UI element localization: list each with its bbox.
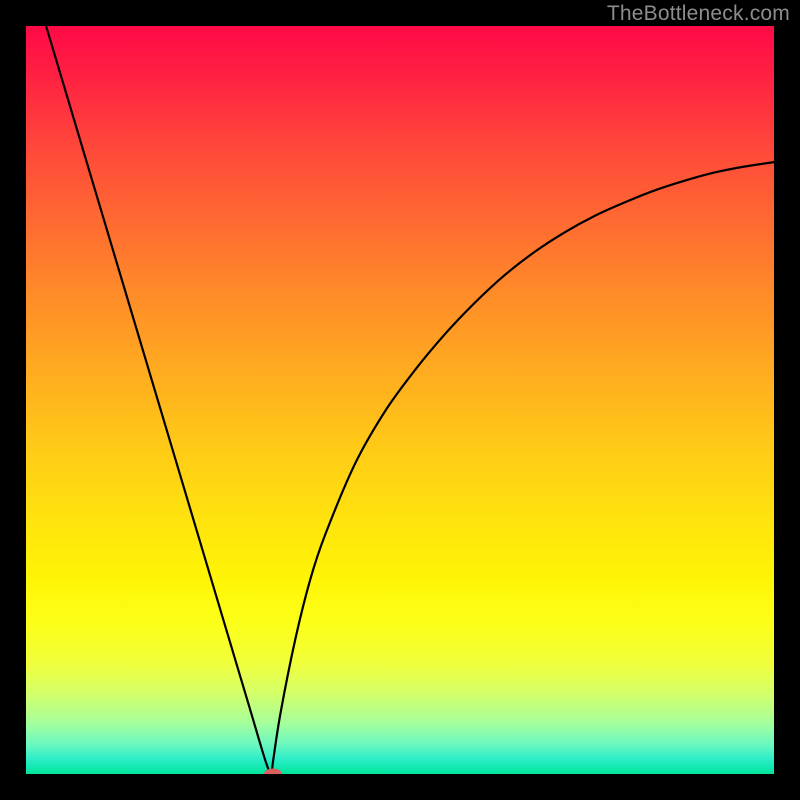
curve-path xyxy=(26,26,774,774)
marker-dot xyxy=(264,769,282,775)
chart-frame: TheBottleneck.com xyxy=(0,0,800,800)
curve-svg xyxy=(26,26,774,774)
watermark-text: TheBottleneck.com xyxy=(607,2,790,26)
plot-area xyxy=(26,26,774,774)
